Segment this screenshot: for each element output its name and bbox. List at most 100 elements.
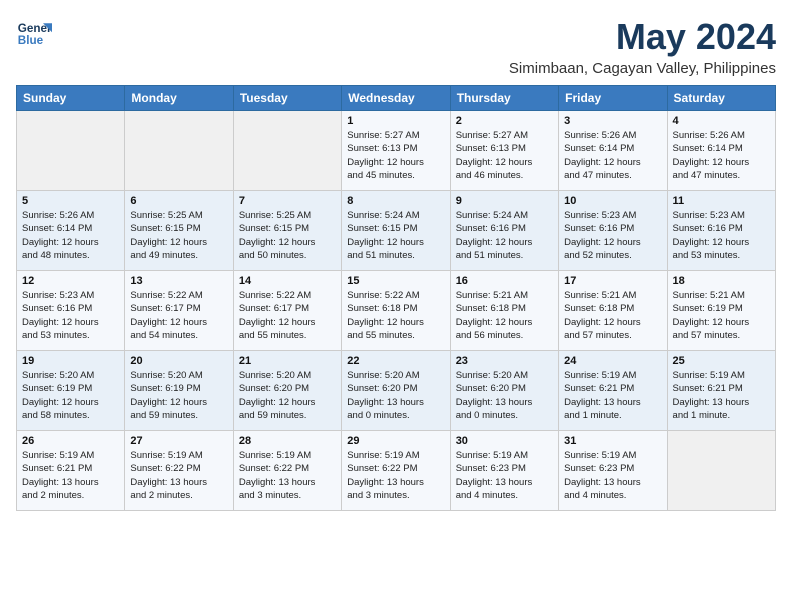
day-info: Sunrise: 5:25 AMSunset: 6:15 PMDaylight:… [130,209,227,262]
day-number: 21 [239,355,336,367]
day-number: 23 [456,355,553,367]
day-info: Sunrise: 5:19 AMSunset: 6:21 PMDaylight:… [22,449,119,502]
day-number: 30 [456,435,553,447]
day-header-wednesday: Wednesday [342,86,450,111]
day-info: Sunrise: 5:23 AMSunset: 6:16 PMDaylight:… [673,209,770,262]
calendar-week-3: 12 Sunrise: 5:23 AMSunset: 6:16 PMDayligh… [17,271,776,351]
day-number: 29 [347,435,444,447]
day-number: 31 [564,435,661,447]
calendar-cell [17,111,125,191]
calendar-cell: 6 Sunrise: 5:25 AMSunset: 6:15 PMDaylight… [125,191,233,271]
calendar-cell: 31 Sunrise: 5:19 AMSunset: 6:23 PMDayligh… [559,431,667,511]
day-info: Sunrise: 5:20 AMSunset: 6:20 PMDaylight:… [239,369,336,422]
day-number: 17 [564,275,661,287]
day-info: Sunrise: 5:19 AMSunset: 6:21 PMDaylight:… [564,369,661,422]
day-number: 20 [130,355,227,367]
day-info: Sunrise: 5:23 AMSunset: 6:16 PMDaylight:… [564,209,661,262]
day-number: 18 [673,275,770,287]
calendar-cell: 25Sunrise: 5:19 AMSunset: 6:21 PMDayligh… [667,351,775,431]
calendar-cell [125,111,233,191]
day-info: Sunrise: 5:27 AMSunset: 6:13 PMDaylight:… [347,129,444,182]
calendar-cell: 24 Sunrise: 5:19 AMSunset: 6:21 PMDayligh… [559,351,667,431]
day-info: Sunrise: 5:26 AMSunset: 6:14 PMDaylight:… [564,129,661,182]
day-number: 8 [347,195,444,207]
calendar-cell: 14Sunrise: 5:22 AMSunset: 6:17 PMDayligh… [233,271,341,351]
calendar-week-1: 1 Sunrise: 5:27 AMSunset: 6:13 PMDaylight… [17,111,776,191]
title-block: May 2024 Simimbaan, Cagayan Valley, Phil… [509,16,776,77]
calendar-cell: 5 Sunrise: 5:26 AMSunset: 6:14 PMDaylight… [17,191,125,271]
calendar-cell: 27 Sunrise: 5:19 AMSunset: 6:22 PMDayligh… [125,431,233,511]
calendar-cell: 1 Sunrise: 5:27 AMSunset: 6:13 PMDaylight… [342,111,450,191]
day-number: 12 [22,275,119,287]
day-info: Sunrise: 5:22 AMSunset: 6:18 PMDaylight:… [347,289,444,342]
calendar-cell: 20 Sunrise: 5:20 AMSunset: 6:19 PMDayligh… [125,351,233,431]
calendar-header-row: SundayMondayTuesdayWednesdayThursdayFrid… [17,86,776,111]
calendar-cell: 12 Sunrise: 5:23 AMSunset: 6:16 PMDayligh… [17,271,125,351]
calendar-cell [667,431,775,511]
day-number: 27 [130,435,227,447]
day-info: Sunrise: 5:22 AMSunset: 6:17 PMDaylight:… [239,289,336,342]
calendar-week-2: 5 Sunrise: 5:26 AMSunset: 6:14 PMDaylight… [17,191,776,271]
calendar-cell: 21 Sunrise: 5:20 AMSunset: 6:20 PMDayligh… [233,351,341,431]
day-info: Sunrise: 5:20 AMSunset: 6:20 PMDaylight:… [456,369,553,422]
calendar-cell [233,111,341,191]
logo: General Blue [16,16,52,52]
calendar-body: 1 Sunrise: 5:27 AMSunset: 6:13 PMDaylight… [17,111,776,511]
day-number: 19 [22,355,119,367]
calendar-week-4: 19 Sunrise: 5:20 AMSunset: 6:19 PMDayligh… [17,351,776,431]
logo-icon: General Blue [16,16,52,52]
calendar-cell: 17 Sunrise: 5:21 AMSunset: 6:18 PMDayligh… [559,271,667,351]
day-info: Sunrise: 5:20 AMSunset: 6:20 PMDaylight:… [347,369,444,422]
day-info: Sunrise: 5:23 AMSunset: 6:16 PMDaylight:… [22,289,119,342]
calendar-cell: 19Sunrise: 5:20 AMSunset: 6:19 PMDayligh… [17,351,125,431]
page-header: General Blue May 2024 Simimbaan, Cagayan… [16,16,776,77]
day-number: 11 [673,195,770,207]
calendar-cell: 23 Sunrise: 5:20 AMSunset: 6:20 PMDayligh… [450,351,558,431]
calendar-cell: 9 Sunrise: 5:24 AMSunset: 6:16 PMDaylight… [450,191,558,271]
day-number: 28 [239,435,336,447]
day-number: 2 [456,115,553,127]
calendar-cell: 29 Sunrise: 5:19 AMSunset: 6:22 PMDayligh… [342,431,450,511]
calendar-cell: 16Sunrise: 5:21 AMSunset: 6:18 PMDayligh… [450,271,558,351]
day-number: 15 [347,275,444,287]
day-info: Sunrise: 5:19 AMSunset: 6:22 PMDaylight:… [347,449,444,502]
svg-text:Blue: Blue [18,34,44,47]
day-number: 16 [456,275,553,287]
day-number: 26 [22,435,119,447]
day-number: 9 [456,195,553,207]
calendar-cell: 2 Sunrise: 5:27 AMSunset: 6:13 PMDaylight… [450,111,558,191]
day-number: 5 [22,195,119,207]
day-header-thursday: Thursday [450,86,558,111]
calendar-week-5: 26 Sunrise: 5:19 AMSunset: 6:21 PMDayligh… [17,431,776,511]
day-number: 6 [130,195,227,207]
day-info: Sunrise: 5:24 AMSunset: 6:15 PMDaylight:… [347,209,444,262]
day-info: Sunrise: 5:24 AMSunset: 6:16 PMDaylight:… [456,209,553,262]
calendar-cell: 11 Sunrise: 5:23 AMSunset: 6:16 PMDayligh… [667,191,775,271]
month-title: May 2024 [509,16,776,58]
day-info: Sunrise: 5:19 AMSunset: 6:23 PMDaylight:… [564,449,661,502]
day-info: Sunrise: 5:26 AMSunset: 6:14 PMDaylight:… [673,129,770,182]
day-info: Sunrise: 5:21 AMSunset: 6:19 PMDaylight:… [673,289,770,342]
day-number: 24 [564,355,661,367]
day-number: 25 [673,355,770,367]
day-info: Sunrise: 5:21 AMSunset: 6:18 PMDaylight:… [564,289,661,342]
day-info: Sunrise: 5:27 AMSunset: 6:13 PMDaylight:… [456,129,553,182]
calendar-cell: 3Sunrise: 5:26 AMSunset: 6:14 PMDaylight… [559,111,667,191]
day-number: 4 [673,115,770,127]
day-info: Sunrise: 5:19 AMSunset: 6:23 PMDaylight:… [456,449,553,502]
calendar-cell: 15 Sunrise: 5:22 AMSunset: 6:18 PMDayligh… [342,271,450,351]
calendar-cell: 26 Sunrise: 5:19 AMSunset: 6:21 PMDayligh… [17,431,125,511]
calendar-cell: 30 Sunrise: 5:19 AMSunset: 6:23 PMDayligh… [450,431,558,511]
day-number: 13 [130,275,227,287]
day-header-sunday: Sunday [17,86,125,111]
day-header-saturday: Saturday [667,86,775,111]
location-subtitle: Simimbaan, Cagayan Valley, Philippines [509,60,776,77]
calendar-cell: 7Sunrise: 5:25 AMSunset: 6:15 PMDaylight… [233,191,341,271]
calendar-table: SundayMondayTuesdayWednesdayThursdayFrid… [16,85,776,511]
day-info: Sunrise: 5:26 AMSunset: 6:14 PMDaylight:… [22,209,119,262]
day-info: Sunrise: 5:20 AMSunset: 6:19 PMDaylight:… [130,369,227,422]
day-number: 1 [347,115,444,127]
calendar-cell: 22Sunrise: 5:20 AMSunset: 6:20 PMDayligh… [342,351,450,431]
day-header-tuesday: Tuesday [233,86,341,111]
day-info: Sunrise: 5:19 AMSunset: 6:22 PMDaylight:… [130,449,227,502]
